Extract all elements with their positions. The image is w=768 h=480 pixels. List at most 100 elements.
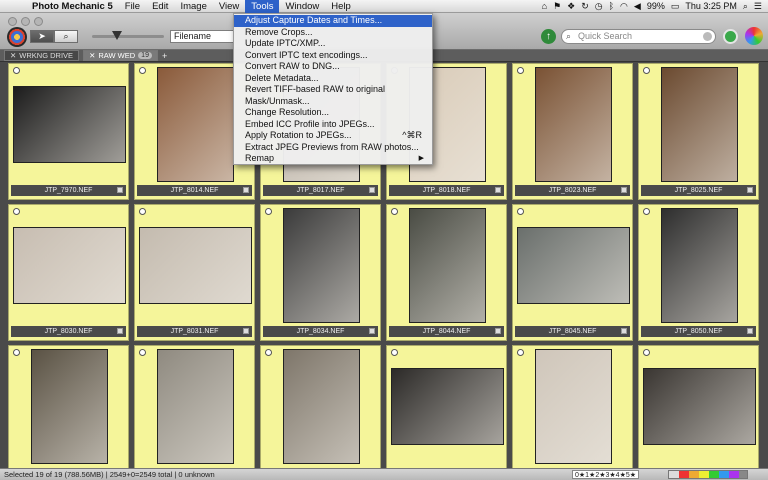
tag-checkbox[interactable] [495, 328, 501, 334]
tab-close-icon[interactable]: ✕ [89, 51, 95, 60]
tools-menu-item[interactable]: Extract JPEG Previews from RAW photos... [234, 142, 432, 154]
rotate-icon[interactable] [391, 349, 398, 356]
rating-filter[interactable]: 0★1★2★3★4★5★ [572, 470, 640, 479]
tools-menu-item[interactable]: Revert TIFF-based RAW to original [234, 84, 432, 96]
thumbnail-cell[interactable]: JTP_8025.NEF [638, 63, 759, 200]
zoom-tool-button[interactable]: ⌕ [54, 30, 78, 43]
tag-checkbox[interactable] [369, 328, 375, 334]
go-button[interactable] [723, 29, 738, 44]
volume-icon[interactable]: ◀ [634, 0, 641, 13]
photo-thumbnail[interactable] [139, 227, 252, 304]
tag-checkbox[interactable] [495, 187, 501, 193]
photo-thumbnail[interactable] [517, 227, 630, 304]
thumbnail-cell[interactable] [260, 345, 381, 468]
upload-icon[interactable]: ↑ [541, 29, 556, 44]
thumbnail-cell[interactable]: JTP_8045.NEF [512, 204, 633, 341]
tab-working-drive[interactable]: ✕ WRKNG DRIVE [4, 50, 80, 61]
photo-thumbnail[interactable] [31, 349, 108, 464]
flag-icon[interactable]: ⚑ [553, 0, 561, 13]
thumbnail-cell[interactable]: JTP_8034.NEF [260, 204, 381, 341]
thumbnail-cell[interactable]: JTP_7970.NEF [8, 63, 129, 200]
photo-thumbnail[interactable] [409, 208, 486, 323]
battery-text[interactable]: 99% [647, 0, 665, 13]
search-icon[interactable]: ⌕ [743, 0, 748, 13]
photo-thumbnail[interactable] [157, 349, 234, 464]
zoom-button[interactable] [34, 17, 43, 26]
bluetooth-icon[interactable]: ᛒ [609, 0, 614, 13]
photo-thumbnail[interactable] [643, 368, 756, 445]
tools-menu-item[interactable]: Delete Metadata... [234, 73, 432, 85]
rotate-icon[interactable] [643, 208, 650, 215]
home-icon[interactable]: ⌂ [542, 0, 547, 13]
sync-icon[interactable]: ↻ [581, 0, 589, 13]
menu-window[interactable]: Window [279, 0, 325, 13]
tools-menu-item[interactable]: Convert IPTC text encodings... [234, 50, 432, 62]
photo-thumbnail[interactable] [391, 368, 504, 445]
photo-thumbnail[interactable] [283, 349, 360, 464]
slider-thumb[interactable] [112, 31, 122, 40]
tag-checkbox[interactable] [117, 187, 123, 193]
quick-search-input[interactable]: ⌕ Quick Search [561, 29, 716, 44]
photo-thumbnail[interactable] [13, 227, 126, 304]
menu-view[interactable]: View [213, 0, 245, 13]
rotate-icon[interactable] [13, 208, 20, 215]
rotate-icon[interactable] [13, 349, 20, 356]
photo-thumbnail[interactable] [535, 67, 612, 182]
sort-by-select[interactable]: Filename [170, 30, 234, 43]
rotate-icon[interactable] [265, 349, 272, 356]
clear-search-icon[interactable] [703, 32, 712, 41]
rotate-icon[interactable] [139, 349, 146, 356]
rotate-icon[interactable] [139, 67, 146, 74]
tag-checkbox[interactable] [747, 328, 753, 334]
photo-thumbnail[interactable] [661, 67, 738, 182]
thumbnail-cell[interactable]: JTP_8050.NEF [638, 204, 759, 341]
photo-thumbnail[interactable] [13, 86, 126, 163]
notification-icon[interactable]: ☰ [754, 0, 762, 13]
photo-thumbnail[interactable] [661, 208, 738, 323]
menu-help[interactable]: Help [325, 0, 357, 13]
rotate-icon[interactable] [517, 67, 524, 74]
tools-menu-item[interactable]: Mask/Unmask... [234, 96, 432, 108]
app-menu[interactable]: Photo Mechanic 5 [26, 0, 119, 13]
tag-checkbox[interactable] [369, 187, 375, 193]
rotate-icon[interactable] [13, 67, 20, 74]
tag-checkbox[interactable] [621, 187, 627, 193]
rotate-icon[interactable] [265, 208, 272, 215]
clock[interactable]: Thu 3:25 PM [685, 0, 737, 13]
rotate-icon[interactable] [139, 208, 146, 215]
tools-menu-item[interactable]: Apply Rotation to JPEGs... ^⌘R [234, 130, 432, 142]
thumbnail-cell[interactable] [134, 345, 255, 468]
tools-menu-item[interactable]: Change Resolution... [234, 107, 432, 119]
add-tab-icon[interactable]: + [162, 51, 167, 61]
arrow-tool-button[interactable]: ➤ [30, 30, 54, 43]
close-button[interactable] [8, 17, 17, 26]
thumbnail-cell[interactable] [386, 345, 507, 468]
rotate-icon[interactable] [643, 67, 650, 74]
tools-menu-item[interactable]: Update IPTC/XMP... [234, 38, 432, 50]
photo-thumbnail[interactable] [157, 67, 234, 182]
tools-menu-item[interactable]: Remove Crops... [234, 27, 432, 39]
menu-tools[interactable]: Tools [245, 0, 280, 13]
tools-menu-item[interactable]: Embed ICC Profile into JPEGs... [234, 119, 432, 131]
thumbnail-cell[interactable]: JTP_8044.NEF [386, 204, 507, 341]
menu-image[interactable]: Image [174, 0, 212, 13]
thumbnail-size-slider[interactable] [92, 31, 164, 40]
minimize-button[interactable] [21, 17, 30, 26]
rotate-icon[interactable] [517, 349, 524, 356]
timemachine-icon[interactable]: ◷ [595, 0, 603, 13]
thumbnail-cell[interactable] [8, 345, 129, 468]
tools-menu-item[interactable]: Remap ▶ [234, 153, 432, 165]
thumbnail-cell[interactable]: JTP_8023.NEF [512, 63, 633, 200]
menu-edit[interactable]: Edit [146, 0, 174, 13]
wifi-icon[interactable]: ◠ [620, 0, 628, 13]
tag-checkbox[interactable] [117, 328, 123, 334]
tag-checkbox[interactable] [747, 187, 753, 193]
menu-file[interactable]: File [119, 0, 146, 13]
tab-raw-wed[interactable]: ✕ RAW WED 19 [83, 50, 158, 61]
tools-menu-item[interactable]: Adjust Capture Dates and Times... [234, 15, 432, 27]
thumbnail-cell[interactable]: JTP_8030.NEF [8, 204, 129, 341]
rotate-icon[interactable] [643, 349, 650, 356]
photo-mechanic-logo-icon[interactable] [7, 27, 27, 47]
tag-checkbox[interactable] [621, 328, 627, 334]
tab-close-icon[interactable]: ✕ [10, 51, 16, 60]
